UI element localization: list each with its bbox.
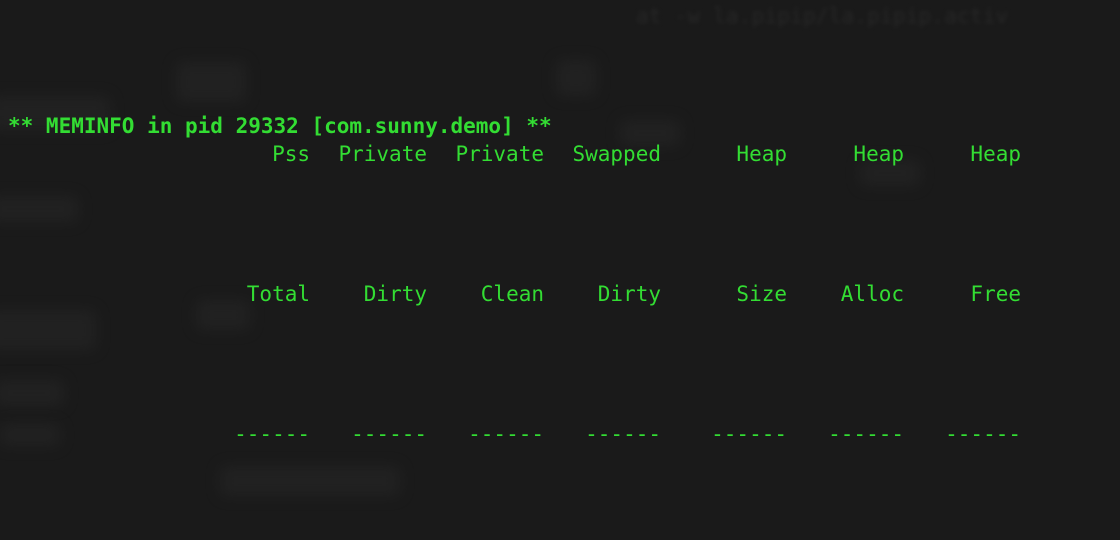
header-pss-bottom: Total (246, 282, 310, 306)
header-heap-free-top: Heap (970, 142, 1021, 166)
header-heap-alloc-top: Heap (853, 142, 904, 166)
header-heap-alloc-bottom: Alloc (840, 282, 904, 306)
header-heap-size-bottom: Size (736, 282, 787, 306)
separator-heap-alloc: ------ (828, 422, 904, 446)
header-pss-top: Pss (272, 142, 310, 166)
separator-heap-free: ------ (945, 422, 1021, 446)
separator-heap-size: ------ (711, 422, 787, 446)
meminfo-table: Pss Private Private Swapped Heap Heap He… (0, 28, 1120, 540)
header-swapped-dirty-bottom: Dirty (597, 282, 661, 306)
table-header-row-2: Total Dirty Clean Dirty Size Alloc Free (0, 280, 1120, 308)
header-heap-free-bottom: Free (970, 282, 1021, 306)
header-private-clean-top: Private (455, 142, 544, 166)
separator-pss: ------ (234, 422, 310, 446)
terminal-output: ** MEMINFO in pid 29332 [com.sunny.demo]… (0, 0, 1120, 540)
separator-private-clean: ------ (468, 422, 544, 446)
header-private-clean-bottom: Clean (480, 282, 544, 306)
separator-private-dirty: ------ (351, 422, 427, 446)
header-private-dirty-bottom: Dirty (363, 282, 427, 306)
header-heap-size-top: Heap (736, 142, 787, 166)
table-header-row-1: Pss Private Private Swapped Heap Heap He… (0, 140, 1120, 168)
header-private-dirty-top: Private (338, 142, 427, 166)
separator-swapped-dirty: ------ (585, 422, 661, 446)
header-swapped-dirty-top: Swapped (572, 142, 661, 166)
table-separator-row: ------ ------ ------ ------ ------ -----… (0, 420, 1120, 448)
terminal-screen: at -w la.pipip/la.pipip.activ ** MEMINFO… (0, 0, 1120, 540)
